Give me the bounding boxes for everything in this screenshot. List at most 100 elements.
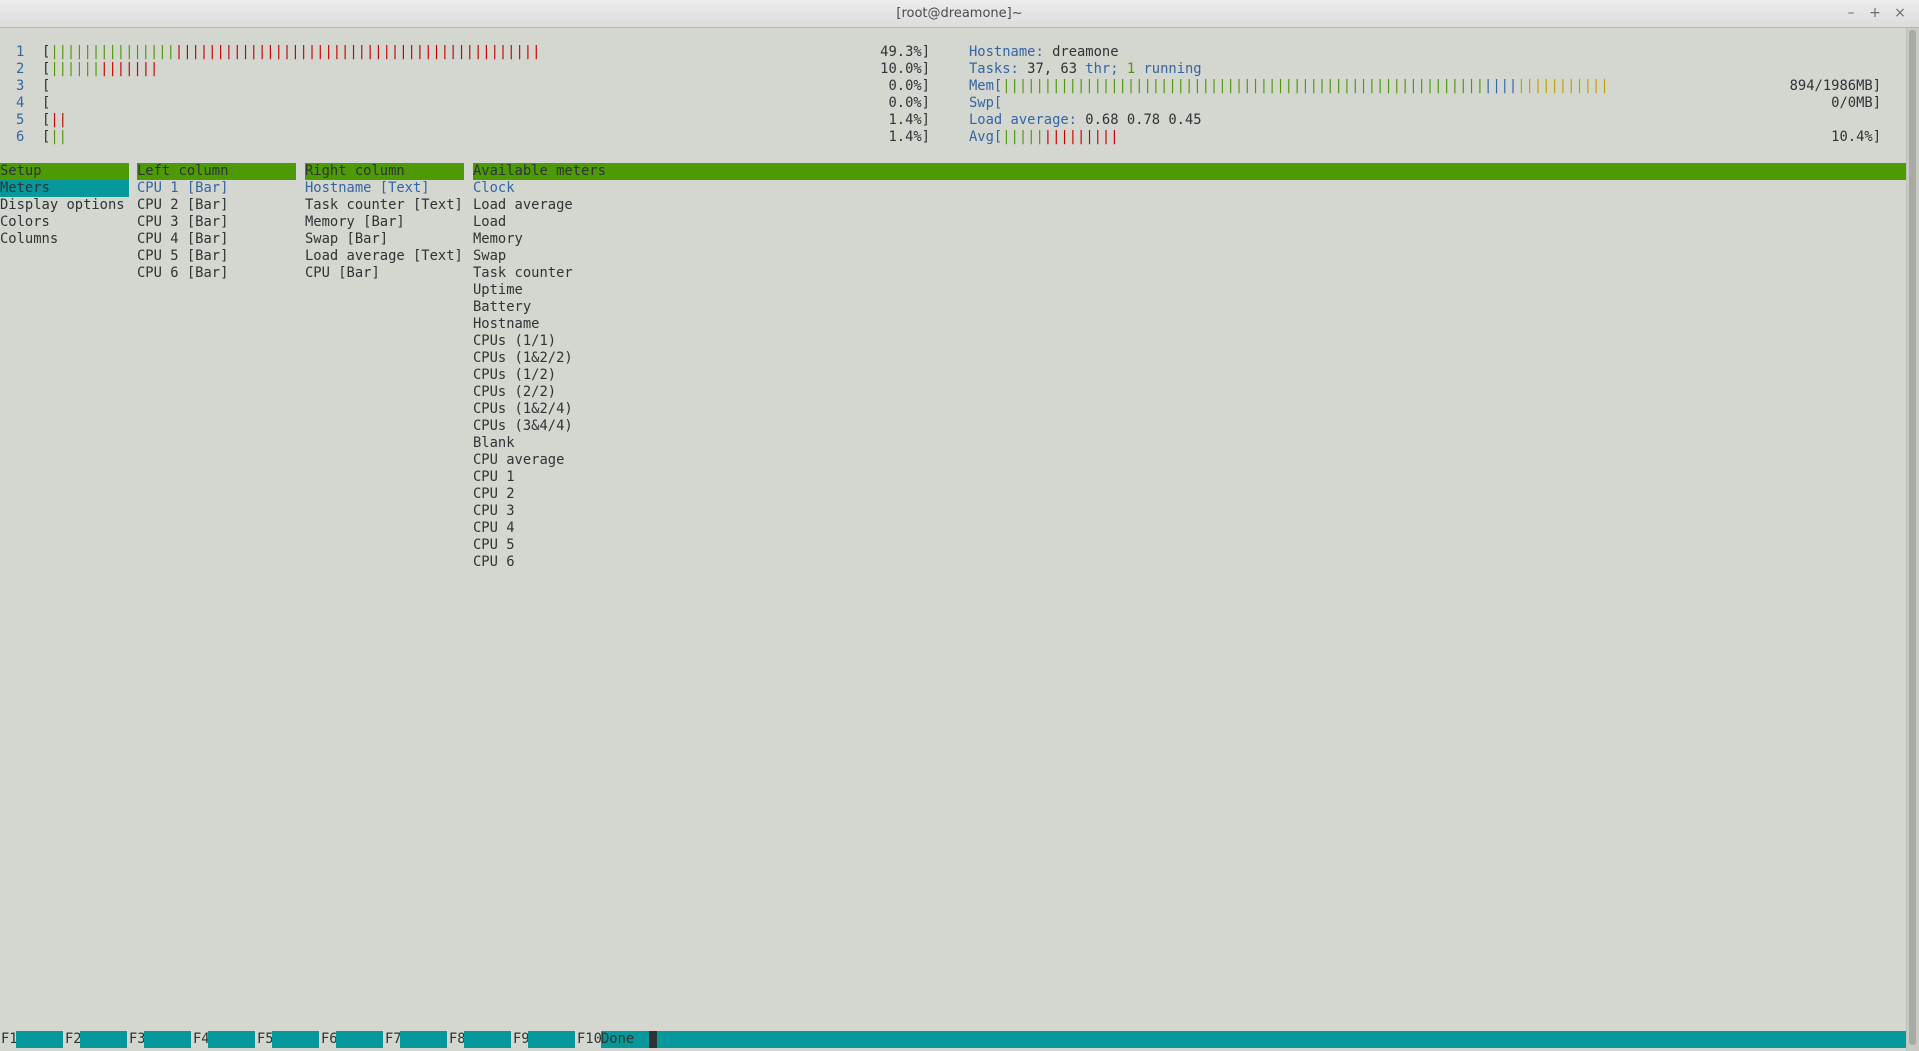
available-meter-item[interactable]: CPUs (1&2/2): [473, 350, 573, 367]
left-column-item[interactable]: CPU 4 [Bar]: [137, 231, 228, 248]
available-meter-item[interactable]: CPUs (2/2): [473, 384, 556, 401]
tasks-value: 37, 63: [1027, 61, 1077, 77]
left-column-item[interactable]: CPU 1 [Bar]: [137, 180, 228, 197]
hostname-value: dreamone: [1052, 44, 1119, 60]
cpu-bar-open: [: [42, 78, 51, 94]
function-key-label-pad: [16, 1031, 63, 1048]
cpu-bar-green: ||||||: [50, 61, 101, 77]
scrollbar-thumb[interactable]: [1909, 30, 1916, 1045]
right-column-item[interactable]: Hostname [Text]: [305, 180, 430, 197]
available-meter-item[interactable]: Clock: [473, 180, 515, 197]
function-key-label-pad: [400, 1031, 447, 1048]
tasks-running-label: running: [1135, 61, 1202, 77]
available-meter-item[interactable]: CPU 6: [473, 554, 515, 571]
available-meter-item[interactable]: CPU average: [473, 452, 564, 469]
available-meter-item[interactable]: CPU 4: [473, 520, 515, 537]
cpu-percent: 0.0%]: [888, 78, 930, 94]
left-column-item[interactable]: CPU 3 [Bar]: [137, 214, 228, 231]
available-meter-item[interactable]: Swap: [473, 248, 506, 265]
done-label[interactable]: Done: [601, 1031, 1906, 1048]
cpu-number: 4: [16, 95, 25, 111]
available-meter-item[interactable]: CPUs (1&2/4): [473, 401, 573, 418]
cpu-number: 1: [16, 44, 25, 60]
mem-value: 894/1986MB]: [1789, 78, 1881, 94]
cpu-percent: 49.3%]: [880, 44, 930, 60]
right-column-item[interactable]: Task counter [Text]: [305, 197, 463, 214]
avg-red-bars: |||||||||: [1043, 129, 1119, 145]
text-cursor: [649, 1031, 657, 1048]
setup-header: Setup: [0, 163, 129, 180]
load-label: Load average:: [969, 112, 1086, 128]
tasks-label: Tasks:: [969, 61, 1028, 77]
left-column-item[interactable]: CPU 6 [Bar]: [137, 265, 228, 282]
setup-item-colors[interactable]: Colors: [0, 214, 50, 231]
available-meter-item[interactable]: Hostname: [473, 316, 539, 333]
memory-meter: Mem[||||||||||||||||||||||||||||||||||||…: [969, 78, 1881, 95]
function-key-label-pad: [528, 1031, 575, 1048]
terminal-scrollbar[interactable]: [1906, 28, 1919, 1051]
cpu-number: 2: [16, 61, 25, 77]
hostname-meter: Hostname: dreamone: [969, 44, 1119, 61]
right-column-item[interactable]: Swap [Bar]: [305, 231, 388, 248]
function-key-label-pad: [144, 1031, 191, 1048]
available-meters-header: Available meters: [473, 163, 1906, 180]
available-meter-item[interactable]: Blank: [473, 435, 515, 452]
setup-item-meters[interactable]: Meters: [0, 180, 129, 197]
close-button[interactable]: ×: [1891, 4, 1909, 22]
tasks-meter: Tasks: 37, 63 thr; 1 running: [969, 61, 1202, 78]
function-key-label-pad: [208, 1031, 255, 1048]
window-titlebar: [root@dreamone]~ – + ×: [0, 0, 1919, 28]
cpu-bar: [||: [42, 129, 882, 146]
available-meter-item[interactable]: CPUs (1/2): [473, 367, 556, 384]
swp-label: Swp[: [969, 95, 1003, 111]
avg-label: Avg[: [969, 129, 1003, 145]
window-title: [root@dreamone]~: [896, 6, 1023, 21]
avg-cpu-meter: Avg[||||||||||||||: [969, 129, 1119, 146]
maximize-button[interactable]: +: [1866, 4, 1884, 22]
available-meter-item[interactable]: Battery: [473, 299, 531, 316]
function-key-f10[interactable]: F10: [577, 1031, 602, 1048]
available-meter-item[interactable]: CPU 2: [473, 486, 515, 503]
cpu-percent: 1.4%]: [888, 129, 930, 145]
function-key-bar: F1 F2 F3 F4 F5 F6 F7 F8 F9 F10 Done: [0, 1031, 1906, 1048]
mem-blue-bars: ||||: [1484, 78, 1518, 94]
right-column-item[interactable]: CPU [Bar]: [305, 265, 380, 282]
tasks-running-count: 1: [1126, 61, 1136, 77]
load-average-meter: Load average: 0.68 0.78 0.45: [969, 112, 1202, 129]
available-meter-item[interactable]: Load average: [473, 197, 573, 214]
setup-item-columns[interactable]: Columns: [0, 231, 58, 248]
mem-orange-bars: |||||||||||: [1517, 78, 1609, 94]
right-column-item[interactable]: Load average [Text]: [305, 248, 463, 265]
cpu-bar: [|||||||||||||: [42, 61, 882, 78]
minimize-button[interactable]: –: [1842, 4, 1860, 22]
available-meter-item[interactable]: Uptime: [473, 282, 523, 299]
load-value: 0.68 0.78 0.45: [1085, 112, 1202, 128]
available-meter-item[interactable]: Memory: [473, 231, 523, 248]
available-meter-item[interactable]: CPUs (1/1): [473, 333, 556, 350]
available-meter-item[interactable]: CPU 3: [473, 503, 515, 520]
cpu-bar: [|||||||||||||||||||||||||||||||||||||||…: [42, 44, 882, 61]
terminal-area[interactable]: [0, 28, 1906, 1051]
cpu-bar-green: ||: [50, 129, 67, 145]
tasks-thr: thr;: [1077, 61, 1127, 77]
cpu-bar-red: ||: [50, 112, 67, 128]
cpu-number: 5: [16, 112, 25, 128]
right-column-item[interactable]: Memory [Bar]: [305, 214, 405, 231]
left-column-header: Left column: [137, 163, 296, 180]
available-meter-item[interactable]: CPUs (3&4/4): [473, 418, 573, 435]
function-key-label-pad: [272, 1031, 319, 1048]
function-key-label-pad: [336, 1031, 383, 1048]
cpu-bar: [||: [42, 112, 882, 129]
available-meter-item[interactable]: CPU 5: [473, 537, 515, 554]
cpu-number: 3: [16, 78, 25, 94]
available-meter-item[interactable]: CPU 1: [473, 469, 515, 486]
available-meter-item[interactable]: Task counter: [473, 265, 573, 282]
left-column-item[interactable]: CPU 2 [Bar]: [137, 197, 228, 214]
left-column-item[interactable]: CPU 5 [Bar]: [137, 248, 228, 265]
setup-item-display-options[interactable]: Display options: [0, 197, 125, 214]
avg-green-bars: |||||: [1002, 129, 1044, 145]
swp-value: 0/0MB]: [1831, 95, 1881, 111]
available-meter-item[interactable]: Load: [473, 214, 506, 231]
cpu-bar: [: [42, 95, 882, 112]
cpu-number: 6: [16, 129, 25, 145]
